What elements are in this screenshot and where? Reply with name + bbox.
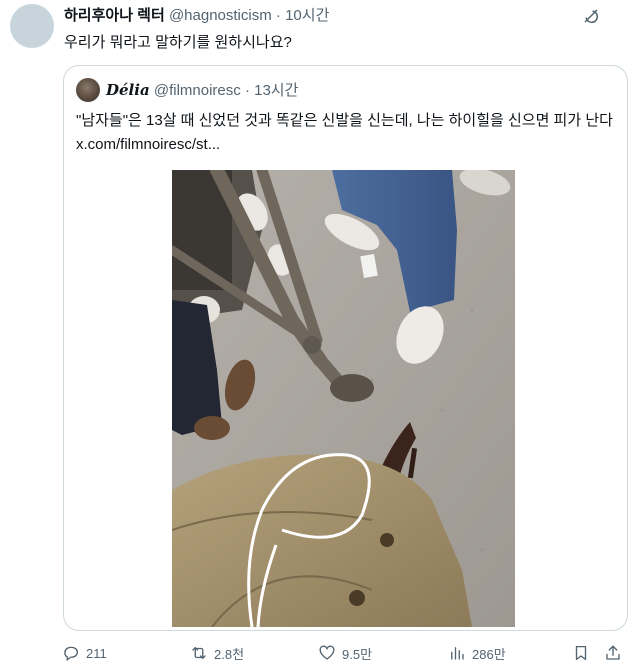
tweet-time[interactable]: 10시간 <box>285 7 329 24</box>
grok-icon[interactable] <box>582 7 600 25</box>
author-name[interactable]: 하리후아나 렉터 <box>64 7 165 24</box>
reply-icon <box>64 646 78 662</box>
action-bar: 211 2.8천 9.5만 286만 <box>0 638 640 668</box>
share-button[interactable] <box>604 638 622 668</box>
repost-count: 2.8천 <box>214 646 245 662</box>
quoted-tweet[interactable]: Délia @filmnoiresc · 13시간 "남자들"은 13살 때 신… <box>63 65 628 631</box>
quoted-author-name: Délia <box>106 81 150 99</box>
heart-icon <box>319 645 335 660</box>
like-count: 9.5만 <box>342 646 373 662</box>
views-count: 286만 <box>472 646 506 662</box>
share-icon <box>606 645 620 660</box>
reply-button[interactable]: 211 <box>62 638 107 668</box>
quoted-separator-dot: · <box>244 82 250 99</box>
separator-dot: · <box>275 7 281 24</box>
quoted-photo[interactable] <box>172 170 515 627</box>
tweet-avatar[interactable] <box>10 4 54 48</box>
quoted-time: 13시간 <box>254 82 299 99</box>
repost-button[interactable]: 2.8천 <box>190 638 244 668</box>
bookmark-button[interactable] <box>572 638 590 668</box>
bookmark-icon <box>575 645 587 661</box>
repost-icon <box>192 647 206 659</box>
views-button[interactable]: 286만 <box>448 638 506 668</box>
author-handle[interactable]: @hagnosticism <box>169 7 272 24</box>
tweet-text: 우리가 뭐라고 말하기를 원하시나요? <box>64 34 292 51</box>
reply-count: 211 <box>86 645 107 661</box>
quoted-avatar <box>76 78 100 102</box>
quoted-header: Délia @filmnoiresc · 13시간 <box>106 80 298 101</box>
views-icon <box>451 647 464 660</box>
like-button[interactable]: 9.5만 <box>318 638 372 668</box>
quoted-text: "남자들"은 13살 때 신었던 것과 똑같은 신발을 신는데, 나는 하이힐을… <box>76 112 613 153</box>
quoted-author-handle: @filmnoiresc <box>153 82 241 99</box>
subway-floor-photo <box>172 170 515 627</box>
tweet-header: 하리후아나 렉터 @hagnosticism · 10시간 <box>64 6 329 26</box>
